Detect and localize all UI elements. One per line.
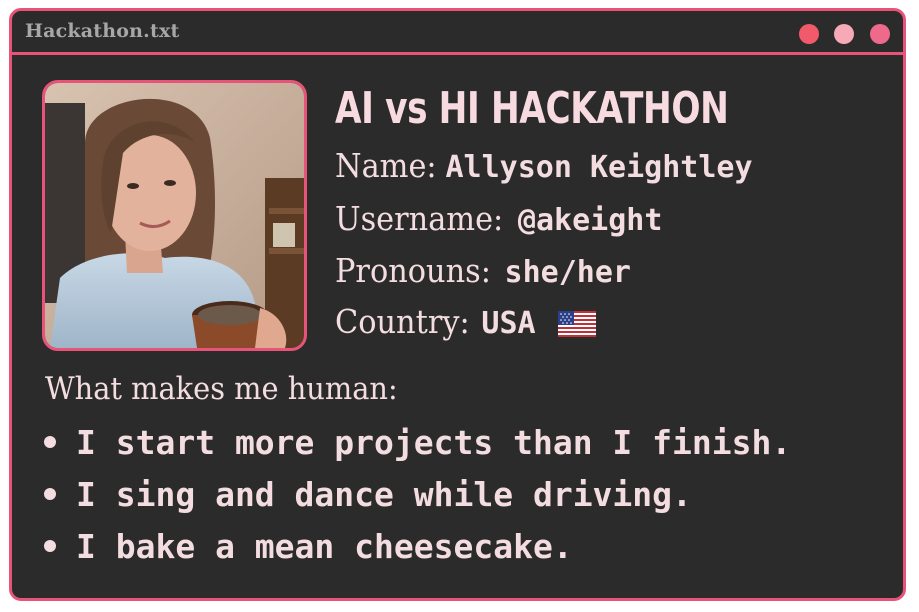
- window-title: Hackathon.txt: [25, 20, 180, 42]
- us-flag-icon: [557, 310, 596, 342]
- profile-photo: [42, 80, 307, 351]
- list-item: I start more projects than I finish.: [42, 416, 791, 468]
- country-value: USA: [481, 306, 536, 341]
- minimize-dot-button[interactable]: [834, 24, 854, 44]
- list-item-text: I sing and dance while driving.: [76, 474, 692, 514]
- list-item-text: I start more projects than I finish.: [76, 422, 792, 462]
- list-item: I bake a mean cheesecake.: [42, 520, 791, 572]
- maximize-dot-button[interactable]: [870, 24, 890, 44]
- username-value: @akeight: [517, 203, 663, 238]
- country-row: Country: USA: [335, 302, 596, 345]
- human-traits-heading: What makes me human:: [45, 371, 398, 407]
- event-heading: AI vs HI HACKATHON: [335, 83, 729, 134]
- profile-photo-image: [45, 83, 304, 348]
- title-bar: Hackathon.txt: [12, 11, 903, 55]
- name-row: Name: Allyson Keightley: [335, 146, 753, 185]
- human-traits-list: I start more projects than I finish. I s…: [42, 416, 791, 572]
- list-item-text: I bake a mean cheesecake.: [76, 526, 573, 566]
- pronouns-label: Pronouns:: [335, 251, 491, 290]
- pronouns-row: Pronouns: she/her: [335, 251, 631, 290]
- list-item: I sing and dance while driving.: [42, 468, 791, 520]
- name-label: Name:: [335, 146, 437, 185]
- username-label: Username:: [335, 199, 504, 238]
- pronouns-value: she/her: [504, 255, 631, 290]
- bullet-icon: [44, 436, 56, 448]
- name-value: Allyson Keightley: [445, 150, 753, 185]
- country-label: Country:: [335, 302, 470, 341]
- profile-window: Hackathon.txt AI vs HI HACKATHON Name: A…: [9, 8, 906, 601]
- username-row: Username: @akeight: [335, 199, 662, 238]
- bullet-icon: [44, 540, 56, 552]
- bullet-icon: [44, 488, 56, 500]
- close-dot-button[interactable]: [799, 24, 819, 44]
